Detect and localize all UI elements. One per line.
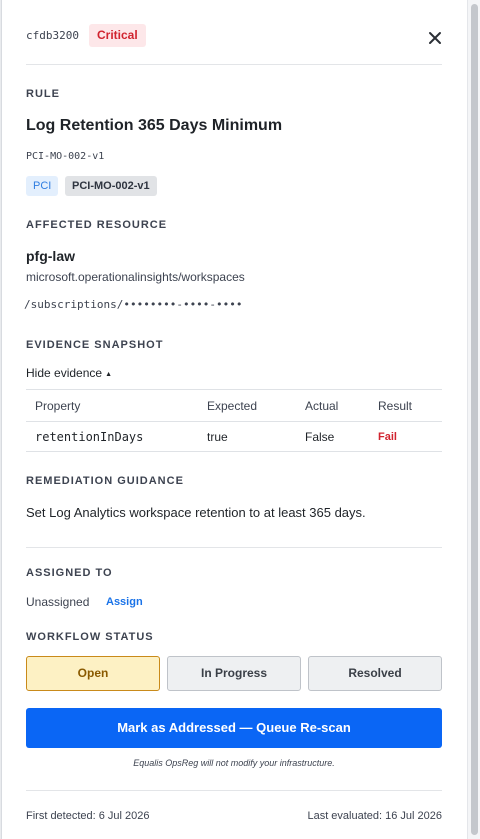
hide-evidence-toggle[interactable]: Hide evidence ▲ [26,366,112,380]
scrollbar[interactable] [467,0,480,839]
status-resolved-button[interactable]: Resolved [308,656,442,691]
remediation-section-label: REMEDIATION GUIDANCE [26,475,184,487]
rule-section-label: RULE [26,88,60,100]
assigned-section-label: ASSIGNED TO [26,567,113,579]
finding-detail-panel: cfdb3200 Critical RULE Log Retention 365… [1,0,467,839]
assign-link[interactable]: Assign [106,596,143,608]
workflow-section-label: WORKFLOW STATUS [26,631,154,643]
remediation-text: Set Log Analytics workspace retention to… [26,505,366,520]
cell-actual: False [305,430,335,444]
evidence-table: Property Expected Actual Result retentio… [26,389,442,452]
caret-up-icon: ▲ [105,371,112,378]
cell-expected: true [207,430,228,444]
severity-badge: Critical [89,24,146,47]
column-header-expected: Expected [207,399,258,413]
mark-addressed-button[interactable]: Mark as Addressed — Queue Re-scan [26,708,442,748]
divider [26,790,442,791]
last-evaluated: Last evaluated: 16 Jul 2026 [307,810,442,822]
control-tag: PCI-MO-002-v1 [65,176,157,196]
close-icon [429,32,441,44]
resource-type: microsoft.operationalinsights/workspaces [26,270,245,284]
cell-property: retentionInDays [35,430,144,444]
close-button[interactable] [426,29,444,47]
divider [26,547,442,548]
table-row-divider [26,421,442,422]
column-header-result: Result [378,399,413,413]
assignee-value: Unassigned [26,595,90,609]
rule-id: PCI-MO-002-v1 [26,151,105,162]
resource-section-label: AFFECTED RESOURCE [26,219,168,231]
panel-header: cfdb3200 Critical [26,24,442,48]
column-header-property: Property [35,399,81,413]
rule-title: Log Retention 365 Days Minimum [26,117,283,134]
framework-tag: PCI [26,176,59,196]
finding-id: cfdb3200 [26,29,79,42]
status-open-button[interactable]: Open [26,656,160,691]
cell-result: Fail [378,431,397,443]
divider [26,64,442,65]
evidence-section-label: EVIDENCE SNAPSHOT [26,339,164,351]
status-in-progress-button[interactable]: In Progress [167,656,301,691]
column-header-actual: Actual [305,399,339,413]
scrollbar-thumb[interactable] [471,4,478,835]
hide-evidence-label: Hide evidence [26,366,103,380]
disclaimer-text: Equalis OpsReg will not modify your infr… [133,758,335,768]
resource-name: pfg-law [26,248,75,264]
first-detected: First detected: 6 Jul 2026 [26,810,150,822]
resource-path: /subscriptions/••••••••-••••-•••• [24,298,243,311]
